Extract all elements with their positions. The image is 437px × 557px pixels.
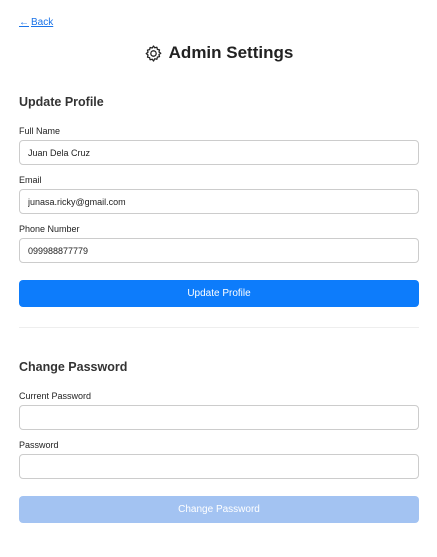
email-input[interactable]	[19, 189, 419, 214]
full-name-input[interactable]	[19, 140, 419, 165]
change-password-heading: Change Password	[19, 360, 128, 374]
page-header: Admin Settings	[0, 42, 437, 64]
password-label: Password	[19, 440, 59, 450]
current-password-label: Current Password	[19, 391, 92, 401]
admin-settings-page: ← Back Admin Settings Update Profile Full…	[0, 0, 437, 557]
password-input[interactable]	[19, 454, 419, 479]
back-link-label: Back	[31, 17, 54, 28]
page-title: Admin Settings	[168, 43, 294, 62]
back-arrow-icon: ←	[19, 17, 29, 28]
full-name-label: Full Name	[19, 126, 61, 136]
phone-number-input[interactable]	[19, 238, 419, 263]
current-password-input[interactable]	[19, 405, 419, 430]
gear-icon	[145, 44, 162, 62]
change-password-button[interactable]: Change Password	[19, 496, 419, 523]
email-label: Email	[19, 175, 42, 185]
update-profile-heading: Update Profile	[19, 95, 104, 109]
back-link[interactable]: ← Back	[19, 17, 53, 28]
update-profile-button[interactable]: Update Profile	[19, 280, 419, 307]
section-divider	[19, 327, 419, 328]
phone-number-label: Phone Number	[19, 224, 80, 234]
